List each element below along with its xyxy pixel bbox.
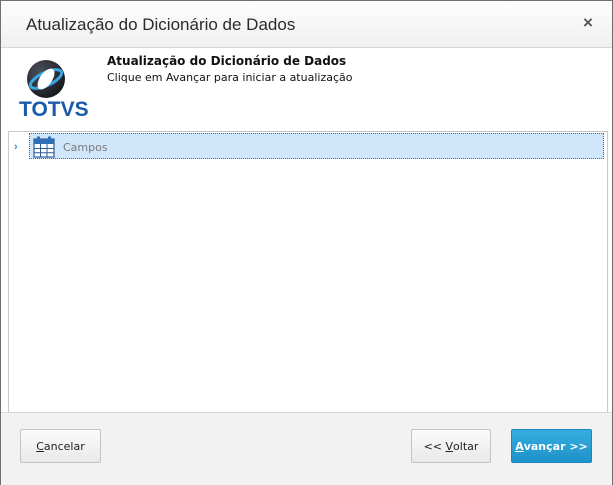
cancel-mnemonic: C (36, 439, 44, 453)
update-dialog: Atualização do Dicionário de Dados × TOT… (0, 0, 613, 485)
close-icon[interactable]: × (583, 14, 593, 31)
tree-item-label: Campos (63, 141, 108, 154)
wizard-footer: Cancelar << Voltar Avançar >> (1, 412, 612, 485)
next-button[interactable]: Avançar >> (511, 429, 592, 463)
table-icon (33, 136, 55, 158)
back-button[interactable]: << Voltar (411, 429, 491, 463)
header-title: Atualização do Dicionário de Dados (107, 54, 347, 68)
cancel-label: ancelar (43, 439, 85, 453)
logo-text: TOTVS (19, 98, 89, 121)
dialog-title: Atualização do Dicionário de Dados (26, 15, 296, 34)
back-label: oltar (453, 439, 479, 453)
next-label: vançar >> (523, 439, 588, 453)
title-bar: Atualização do Dicionário de Dados × (1, 1, 612, 48)
back-prefix: << (423, 439, 446, 453)
back-mnemonic: V (445, 439, 454, 453)
header-subtitle: Clique em Avançar para iniciar a atualiz… (107, 71, 353, 84)
totvs-logo-icon (27, 60, 65, 98)
totvs-logo: TOTVS (19, 58, 89, 121)
table-tree[interactable]: › Campos (8, 131, 608, 413)
tree-item-campos[interactable]: Campos (29, 133, 604, 159)
next-mnemonic: A (515, 439, 524, 453)
wizard-header: TOTVS Atualização do Dicionário de Dados… (1, 48, 612, 128)
cancel-button[interactable]: Cancelar (20, 429, 101, 463)
chevron-right-icon[interactable]: › (14, 141, 18, 153)
